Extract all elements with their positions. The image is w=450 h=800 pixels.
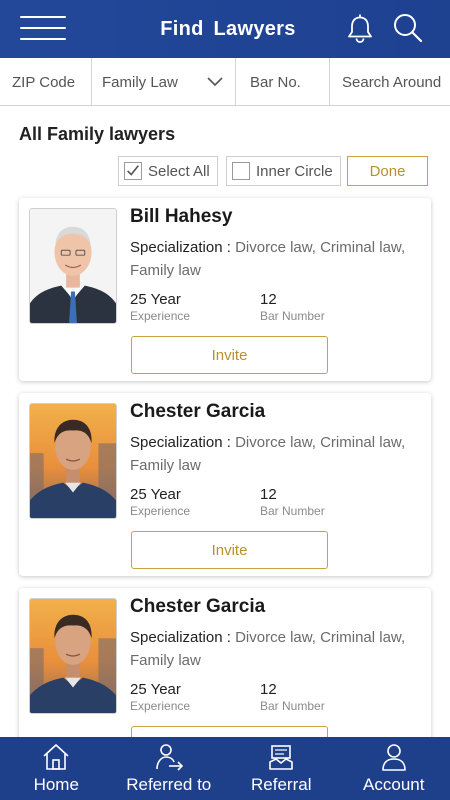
lawyer-name: Chester Garcia [130, 596, 266, 617]
experience-stat: 25 Year Experience [130, 681, 190, 713]
experience-stat: 25 Year Experience [130, 291, 190, 323]
done-button[interactable]: Done [347, 156, 428, 186]
tab-label: Referral [251, 775, 312, 794]
checkbox-checked-icon [124, 162, 142, 180]
experience-label: Experience [130, 309, 191, 323]
zip-code-placeholder: ZIP Code [12, 73, 76, 91]
bar-number-value: 12 [260, 486, 277, 503]
bar-number-input[interactable]: Bar No. [236, 58, 330, 106]
chevron-down-icon [207, 77, 223, 87]
select-all-label: Select All [148, 162, 210, 180]
account-icon [381, 744, 406, 771]
lawyer-photo [29, 208, 117, 324]
lawyer-card[interactable]: Chester Garcia Specialization : Divorce … [19, 393, 431, 576]
experience-label: Experience [130, 699, 191, 713]
tab-account[interactable]: Account [338, 737, 450, 800]
filter-bar: ZIP Code Family Law Bar No. Search Aroun… [0, 58, 450, 106]
bar-number-stat: 12 Bar Number [260, 681, 325, 713]
practice-area-value: Family Law [102, 73, 178, 91]
tab-label: Referred to [126, 775, 212, 794]
invite-button[interactable]: Invite [131, 531, 328, 569]
bell-icon[interactable] [345, 12, 375, 44]
home-icon [43, 744, 69, 770]
specialization-label: Specialization : [130, 434, 236, 451]
checkbox-unchecked-icon [232, 162, 250, 180]
app-header: Find Lawyers [0, 0, 450, 58]
specialization-label: Specialization : [130, 629, 236, 646]
bar-number-label: Bar Number [260, 504, 325, 518]
experience-label: Experience [130, 504, 191, 518]
bar-number-stat: 12 Bar Number [260, 291, 325, 323]
specialization-label: Specialization : [130, 239, 236, 256]
referral-icon [269, 745, 294, 770]
invite-button[interactable]: Invite [131, 336, 328, 374]
bar-number-placeholder: Bar No. [250, 73, 301, 91]
experience-value: 25 Year [130, 486, 181, 503]
lawyer-specialization: Specialization : Divorce law, Criminal l… [130, 431, 420, 477]
bar-number-value: 12 [260, 681, 277, 698]
bar-number-value: 12 [260, 291, 277, 308]
referred-to-icon [155, 744, 183, 771]
page-title: Find Lawyers [160, 18, 296, 40]
tab-label: Home [33, 775, 79, 794]
experience-stat: 25 Year Experience [130, 486, 190, 518]
lawyer-name: Bill Hahesy [130, 206, 233, 227]
bottom-tab-bar: Home Referred to Referral Account [0, 737, 450, 800]
tab-home[interactable]: Home [0, 737, 113, 800]
practice-area-select[interactable]: Family Law [92, 58, 236, 106]
bar-number-stat: 12 Bar Number [260, 486, 325, 518]
lawyer-specialization: Specialization : Divorce law, Criminal l… [130, 626, 420, 672]
lawyer-specialization: Specialization : Divorce law, Criminal l… [130, 236, 420, 282]
lawyer-photo [29, 403, 117, 519]
selection-actions: Select All Inner Circle Done [0, 156, 450, 187]
bar-number-label: Bar Number [260, 699, 325, 713]
search-around-button[interactable]: Search Around [330, 58, 450, 106]
section-title: All Family lawyers [19, 124, 176, 144]
inner-circle-checkbox[interactable]: Inner Circle [226, 156, 341, 186]
search-around-label: Search Around [342, 73, 442, 91]
experience-value: 25 Year [130, 291, 181, 308]
tab-referred-to[interactable]: Referred to [113, 737, 226, 800]
experience-value: 25 Year [130, 681, 181, 698]
select-all-checkbox[interactable]: Select All [118, 156, 218, 186]
bar-number-label: Bar Number [260, 309, 325, 323]
tab-label: Account [363, 775, 425, 794]
search-icon[interactable] [392, 12, 424, 44]
zip-code-input[interactable]: ZIP Code [0, 58, 92, 106]
lawyer-card[interactable]: Bill Hahesy Specialization : Divorce law… [19, 198, 431, 381]
inner-circle-label: Inner Circle [256, 162, 333, 180]
lawyer-photo [29, 598, 117, 714]
lawyer-name: Chester Garcia [130, 401, 266, 422]
tab-referral[interactable]: Referral [225, 737, 338, 800]
